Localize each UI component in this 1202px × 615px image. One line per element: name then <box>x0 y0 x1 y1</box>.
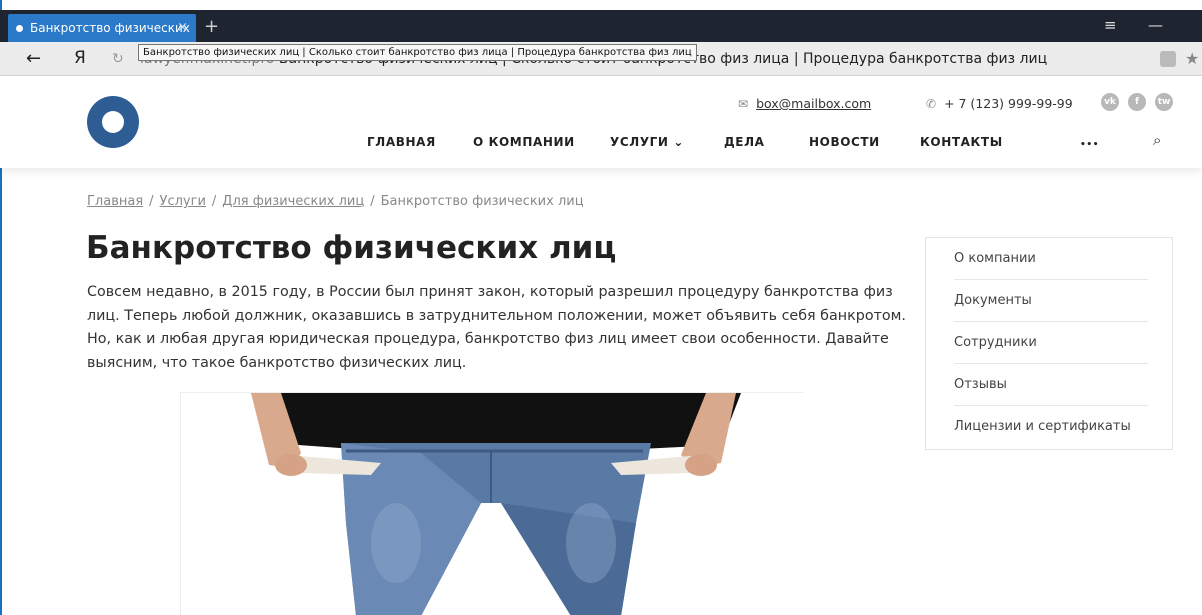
breadcrumb: Главная / Услуги / Для физических лиц / Банкро… <box>87 194 584 209</box>
minimize-icon[interactable]: — <box>1148 16 1163 34</box>
site-logo[interactable] <box>87 96 139 148</box>
site-header: ✉ box@mailbox.com ✆ + 7 (123) 999-99-99 … <box>0 76 1202 168</box>
sidebar-item-licenses[interactable]: Лицензии и сертификаты <box>954 406 1148 448</box>
menu-item-home[interactable]: ГЛАВНАЯ <box>367 135 436 149</box>
vk-icon[interactable]: vk <box>1101 93 1119 111</box>
breadcrumb-services[interactable]: Услуги <box>160 194 206 209</box>
intro-paragraph: Совсем недавно, в 2015 году, в России бы… <box>87 284 906 371</box>
menu-more-button[interactable]: ••• <box>1080 140 1099 150</box>
extension-icon[interactable] <box>1160 51 1176 67</box>
breadcrumb-home[interactable]: Главная <box>87 194 143 209</box>
search-icon[interactable]: ⌕ <box>1153 131 1161 149</box>
breadcrumb-individuals[interactable]: Для физических лиц <box>222 194 364 209</box>
browser-tab-active[interactable]: Банкротство физических × <box>8 14 196 42</box>
breadcrumb-separator: / <box>211 194 217 209</box>
sidebar-item-reviews[interactable]: Отзывы <box>954 364 1148 406</box>
browser-tabbar: Банкротство физических × + ≡ — <box>0 10 1202 42</box>
new-tab-button[interactable]: + <box>204 16 219 37</box>
tab-close-icon[interactable]: × <box>177 20 188 35</box>
phone-icon: ✆ <box>926 96 937 111</box>
title-tooltip: Банкротство физических лиц | Сколько сто… <box>138 44 697 61</box>
menu-item-cases[interactable]: ДЕЛА <box>724 135 765 149</box>
sidebar-item-documents[interactable]: Документы <box>954 280 1148 322</box>
page-title: Банкротство физических лиц <box>86 230 617 266</box>
facebook-icon[interactable]: f <box>1128 93 1146 111</box>
email-link[interactable]: box@mailbox.com <box>756 96 871 111</box>
yandex-icon[interactable]: Я <box>74 48 86 68</box>
browser-menu-icon[interactable]: ≡ <box>1104 16 1117 34</box>
back-button[interactable]: ← <box>26 48 41 69</box>
empty-pockets-illustration <box>251 393 741 615</box>
phone-contact[interactable]: ✆ + 7 (123) 999-99-99 <box>926 96 1073 111</box>
sidebar-item-company[interactable]: О компании <box>954 238 1148 280</box>
breadcrumb-current: Банкротство физических лиц <box>380 194 584 209</box>
article-image <box>180 392 804 615</box>
bookmark-star-icon[interactable]: ★ <box>1185 49 1199 68</box>
menu-item-contacts[interactable]: КОНТАКТЫ <box>920 135 1003 149</box>
menu-item-news[interactable]: НОВОСТИ <box>809 135 880 149</box>
breadcrumb-separator: / <box>370 194 375 209</box>
mail-icon: ✉ <box>738 96 749 111</box>
tab-title: Банкротство физических <box>30 21 190 35</box>
menu-item-services[interactable]: УСЛУГИ ⌄ <box>610 135 684 149</box>
breadcrumb-separator: / <box>149 194 154 209</box>
tab-favicon-icon <box>16 24 23 32</box>
screen: Банкротство физических × + ≡ — ← Я ↻ law… <box>0 0 1202 615</box>
twitter-icon[interactable]: tw <box>1155 93 1173 111</box>
email-contact[interactable]: ✉ box@mailbox.com <box>738 96 871 111</box>
reload-icon[interactable]: ↻ <box>112 51 124 67</box>
menu-item-company[interactable]: О КОМПАНИИ <box>473 135 575 149</box>
phone-number[interactable]: + 7 (123) 999-99-99 <box>944 96 1073 111</box>
sidebar-menu: О компании Документы Сотрудники Отзывы Л… <box>925 237 1173 450</box>
sidebar-item-staff[interactable]: Сотрудники <box>954 322 1148 364</box>
